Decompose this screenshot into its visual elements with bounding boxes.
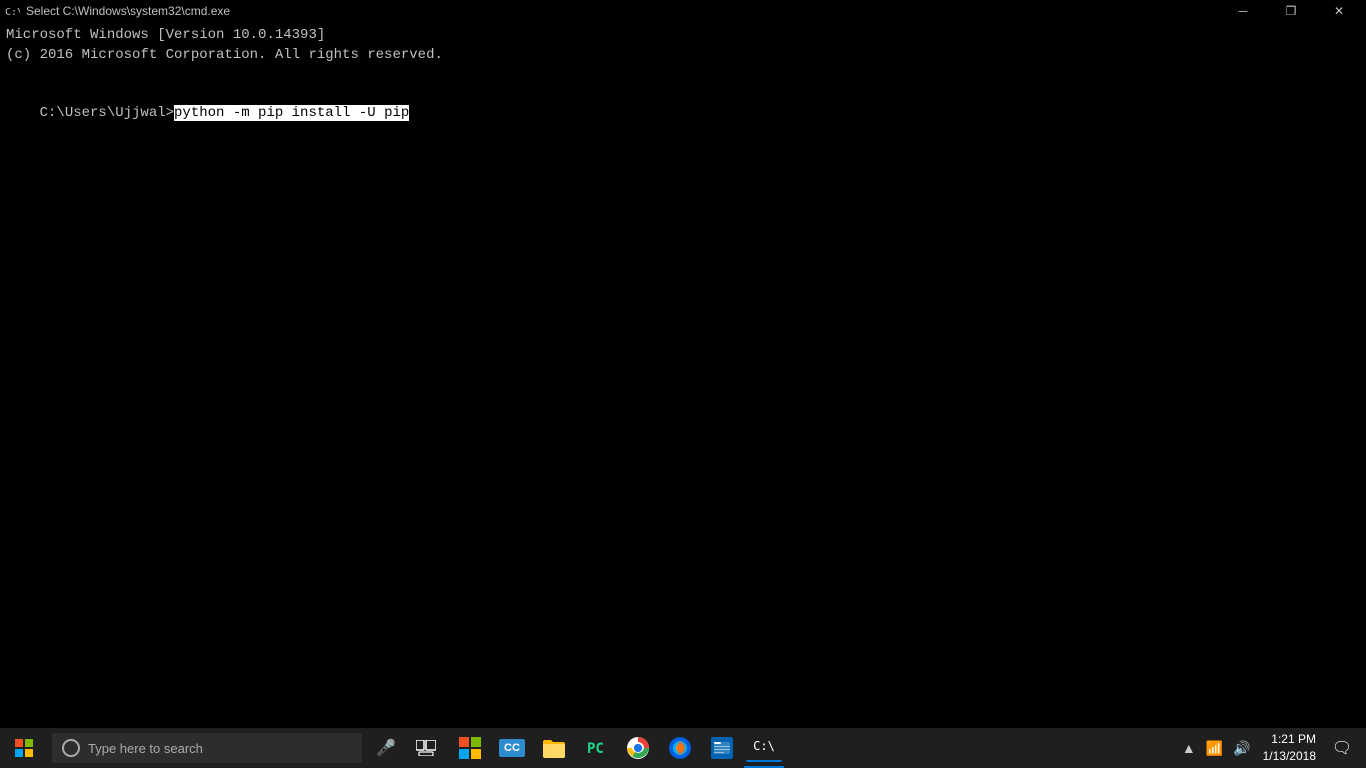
taskbar-apps: CC PC <box>446 728 1180 768</box>
start-button[interactable] <box>0 728 48 768</box>
notification-button[interactable]: 🗨 <box>1326 728 1358 768</box>
chrome-app[interactable] <box>618 728 658 768</box>
clock[interactable]: 1:21 PM 1/13/2018 <box>1257 731 1322 765</box>
firefox-app[interactable] <box>660 728 700 768</box>
close-button[interactable]: ✕ <box>1316 0 1362 22</box>
cmd-output-line3 <box>6 65 1360 85</box>
mic-button[interactable]: 🎤 <box>366 728 406 768</box>
taskbar-right: ▲ 📶 🔊 1:21 PM 1/13/2018 🗨 <box>1180 728 1366 768</box>
tray-expand-icon[interactable]: ▲ <box>1180 740 1198 756</box>
wifi-icon[interactable]: 📶 <box>1204 740 1225 757</box>
cmd-output-line2: (c) 2016 Microsoft Corporation. All righ… <box>6 46 1360 66</box>
search-placeholder: Type here to search <box>88 741 203 756</box>
chrome-icon <box>627 737 649 759</box>
clock-date: 1/13/2018 <box>1263 748 1316 765</box>
cmd-output-line1: Microsoft Windows [Version 10.0.14393] <box>6 26 1360 46</box>
search-bar[interactable]: Type here to search <box>52 733 362 763</box>
cmd-window[interactable]: Microsoft Windows [Version 10.0.14393] (… <box>0 22 1366 728</box>
store-app[interactable] <box>450 728 490 768</box>
titlebar-controls: ─ ❐ ✕ <box>1220 0 1362 22</box>
terminal-app[interactable]: C:\ <box>744 728 784 768</box>
titlebar: C:\ Select C:\Windows\system32\cmd.exe ─… <box>0 0 1366 22</box>
clock-time: 1:21 PM <box>1263 731 1316 748</box>
volume-icon[interactable]: 🔊 <box>1231 740 1252 757</box>
fileexplorer-app[interactable] <box>534 728 574 768</box>
terminal-icon: C:\ <box>746 732 782 762</box>
taskbar: Type here to search 🎤 CC <box>0 728 1366 768</box>
task-view-button[interactable] <box>406 728 446 768</box>
minimize-button[interactable]: ─ <box>1220 0 1266 22</box>
folder-icon <box>543 738 565 758</box>
svg-text:C:\: C:\ <box>5 7 20 18</box>
cmd-command: python -m pip install -U pip <box>174 105 409 121</box>
microphone-icon: 🎤 <box>376 738 396 758</box>
pycharm-app[interactable]: PC <box>576 728 616 768</box>
cmd-prompt: C:\Users\Ujjwal> <box>40 105 174 121</box>
firefox-icon <box>669 737 691 759</box>
titlebar-left: C:\ Select C:\Windows\system32\cmd.exe <box>4 3 230 19</box>
svg-text:PC: PC <box>587 741 604 757</box>
files-app[interactable] <box>702 728 742 768</box>
notification-icon: 🗨 <box>1332 738 1352 758</box>
system-tray: ▲ 📶 🔊 <box>1180 740 1253 757</box>
captioncall-app[interactable]: CC <box>492 728 532 768</box>
restore-button[interactable]: ❐ <box>1268 0 1314 22</box>
cc-icon: CC <box>499 739 525 757</box>
window-title: Select C:\Windows\system32\cmd.exe <box>26 4 230 18</box>
pycharm-icon: PC <box>585 737 607 759</box>
search-icon <box>62 739 80 757</box>
cmd-icon: C:\ <box>4 3 20 19</box>
store-icon <box>459 737 481 759</box>
files-icon <box>711 737 733 759</box>
cmd-input-line[interactable]: C:\Users\Ujjwal>python -m pip install -U… <box>6 85 1360 144</box>
